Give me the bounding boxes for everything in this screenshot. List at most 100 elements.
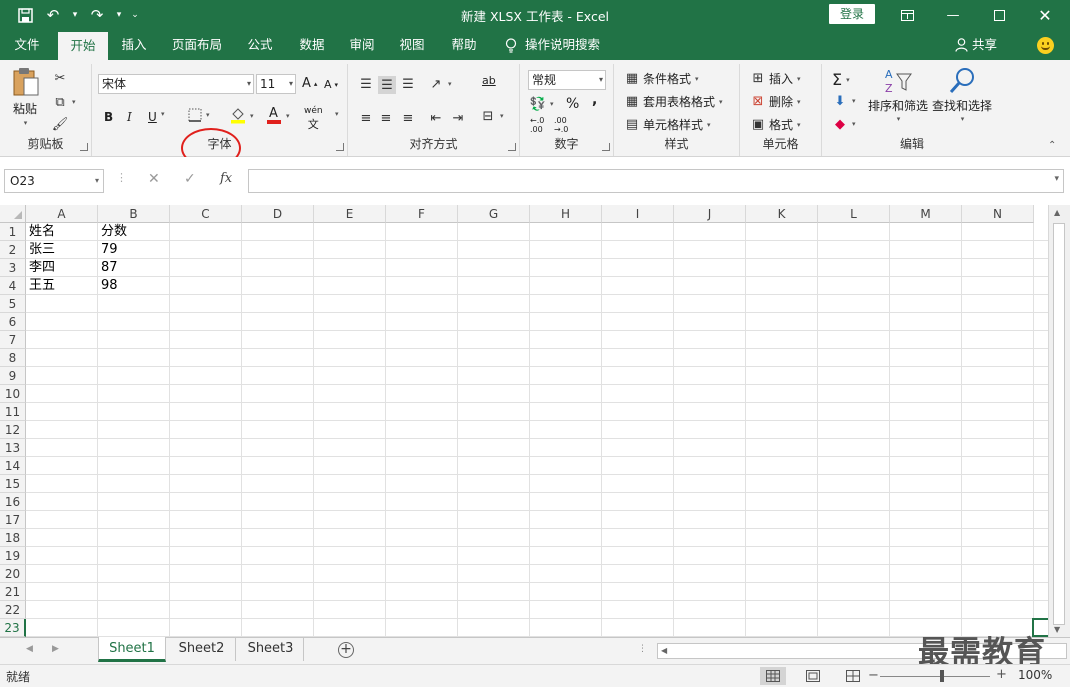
bottom-align-button[interactable]: ☰	[400, 76, 416, 92]
underline-button[interactable]: U	[148, 110, 157, 124]
column-header-h[interactable]: H	[530, 205, 602, 223]
comma-style-button[interactable]: ,	[592, 92, 597, 108]
orientation-button[interactable]: ↗ ▾	[428, 76, 452, 92]
column-header-f[interactable]: F	[386, 205, 458, 223]
row-header-5[interactable]: 5	[0, 295, 26, 313]
cell-area[interactable]: 姓名 分数 张三 79 李四 87 王五 98	[26, 223, 1048, 637]
format-cells-button[interactable]: ▣ 格式 ▾	[750, 116, 801, 133]
tab-page-layout[interactable]: 页面布局	[166, 30, 228, 60]
column-header-k[interactable]: K	[746, 205, 818, 223]
cell-b3[interactable]: 87	[98, 259, 170, 277]
row-header-13[interactable]: 13	[0, 439, 26, 457]
row-header-8[interactable]: 8	[0, 349, 26, 367]
decrease-indent-button[interactable]: ⇤	[428, 110, 444, 126]
cut-button[interactable]: ✂	[52, 70, 68, 86]
cell-b2[interactable]: 79	[98, 241, 170, 259]
cell-b4[interactable]: 98	[98, 277, 170, 295]
undo-dropdown-icon[interactable]: ▾	[70, 4, 80, 26]
add-sheet-button[interactable]: +	[338, 642, 354, 658]
row-header-2[interactable]: 2	[0, 241, 26, 259]
font-color-button[interactable]: A ▾	[266, 106, 290, 124]
row-header-9[interactable]: 9	[0, 367, 26, 385]
tab-data[interactable]: 数据	[290, 30, 334, 60]
zoom-in-icon[interactable]: +	[996, 667, 1007, 682]
cell-a2[interactable]: 张三	[26, 241, 98, 259]
font-size-select[interactable]: 11 ▾	[256, 74, 296, 94]
bold-button[interactable]: B	[104, 110, 113, 124]
increase-indent-button[interactable]: ⇥	[450, 110, 466, 126]
tab-review[interactable]: 审阅	[340, 30, 384, 60]
tab-formulas[interactable]: 公式	[238, 30, 282, 60]
page-layout-view-icon[interactable]	[800, 667, 826, 685]
zoom-level[interactable]: 100%	[1018, 668, 1052, 682]
row-header-18[interactable]: 18	[0, 529, 26, 547]
close-icon[interactable]: ✕	[1022, 0, 1068, 30]
page-break-view-icon[interactable]	[840, 667, 866, 685]
cell-styles-button[interactable]: ▤ 单元格样式 ▾	[624, 116, 711, 133]
column-header-c[interactable]: C	[170, 205, 242, 223]
scroll-down-icon[interactable]: ▼	[1054, 625, 1060, 634]
redo-dropdown-icon[interactable]: ▾	[114, 4, 124, 26]
undo-icon[interactable]: ↶	[42, 4, 64, 26]
align-left-button[interactable]: ≡	[358, 110, 374, 126]
sheet-tab-sheet2[interactable]: Sheet2	[168, 637, 236, 661]
middle-align-button[interactable]: ☰	[378, 76, 396, 94]
row-header-20[interactable]: 20	[0, 565, 26, 583]
normal-view-icon[interactable]	[760, 667, 786, 685]
tell-me-search[interactable]: 操作说明搜索	[505, 30, 600, 60]
align-right-button[interactable]: ≡	[400, 110, 416, 126]
select-all-button[interactable]	[0, 205, 26, 223]
row-header-14[interactable]: 14	[0, 457, 26, 475]
number-format-select[interactable]: 常规 ▾	[528, 70, 606, 90]
row-header-1[interactable]: 1	[0, 223, 26, 241]
cancel-entry-icon[interactable]: ✕	[148, 171, 160, 187]
scroll-up-icon[interactable]: ▲	[1054, 208, 1060, 217]
top-align-button[interactable]: ☰	[358, 76, 374, 92]
column-header-d[interactable]: D	[242, 205, 314, 223]
tab-insert[interactable]: 插入	[112, 30, 156, 60]
collapse-ribbon-icon[interactable]: ⌃	[1048, 140, 1056, 151]
zoom-slider[interactable]	[880, 676, 990, 677]
feedback-smiley-icon[interactable]	[1037, 37, 1054, 54]
row-header-11[interactable]: 11	[0, 403, 26, 421]
sort-filter-button[interactable]: AZ 排序和筛选 ▾	[868, 66, 928, 123]
autosum-button[interactable]: Σ ▾	[832, 70, 850, 89]
row-header-19[interactable]: 19	[0, 547, 26, 565]
cell-a1[interactable]: 姓名	[26, 223, 98, 241]
formula-input[interactable]: ▾	[248, 169, 1064, 193]
tab-help[interactable]: 帮助	[442, 30, 486, 60]
sheet-tab-sheet3[interactable]: Sheet3	[238, 637, 304, 661]
column-header-l[interactable]: L	[818, 205, 890, 223]
row-header-6[interactable]: 6	[0, 313, 26, 331]
tab-split-grip-icon[interactable]: ⋮	[638, 644, 647, 654]
column-header-b[interactable]: B	[98, 205, 170, 223]
row-header-21[interactable]: 21	[0, 583, 26, 601]
number-launcher-icon[interactable]	[602, 143, 610, 151]
percent-button[interactable]: %	[566, 96, 579, 112]
delete-cells-button[interactable]: ⊠ 删除 ▾	[750, 93, 801, 110]
increase-decimal-button[interactable]: ←.0.00	[530, 116, 544, 134]
alignment-launcher-icon[interactable]	[508, 143, 516, 151]
paste-button[interactable]: 粘贴 ▾	[10, 66, 40, 127]
column-header-m[interactable]: M	[890, 205, 962, 223]
cell-a3[interactable]: 李四	[26, 259, 98, 277]
row-header-3[interactable]: 3	[0, 259, 26, 277]
format-as-table-button[interactable]: ▦ 套用表格格式 ▾	[624, 93, 723, 110]
minimize-icon[interactable]: —	[930, 0, 976, 30]
row-header-12[interactable]: 12	[0, 421, 26, 439]
italic-button[interactable]: I	[127, 110, 132, 124]
row-header-4[interactable]: 4	[0, 277, 26, 295]
decrease-font-size-button[interactable]: A ▾	[324, 78, 338, 91]
wrap-text-button[interactable]: ab	[482, 74, 496, 87]
row-header-15[interactable]: 15	[0, 475, 26, 493]
insert-function-button[interactable]: fx	[220, 171, 232, 186]
phonetic-dropdown[interactable]: ▾	[334, 110, 339, 118]
name-box[interactable]: O23 ▾	[4, 169, 104, 193]
column-header-g[interactable]: G	[458, 205, 530, 223]
tab-home[interactable]: 开始	[58, 32, 108, 60]
cell-b1[interactable]: 分数	[98, 223, 170, 241]
column-header-n[interactable]: N	[962, 205, 1034, 223]
align-center-button[interactable]: ≡	[378, 110, 394, 126]
clipboard-launcher-icon[interactable]	[80, 143, 88, 151]
ribbon-display-options-icon[interactable]	[884, 0, 930, 30]
